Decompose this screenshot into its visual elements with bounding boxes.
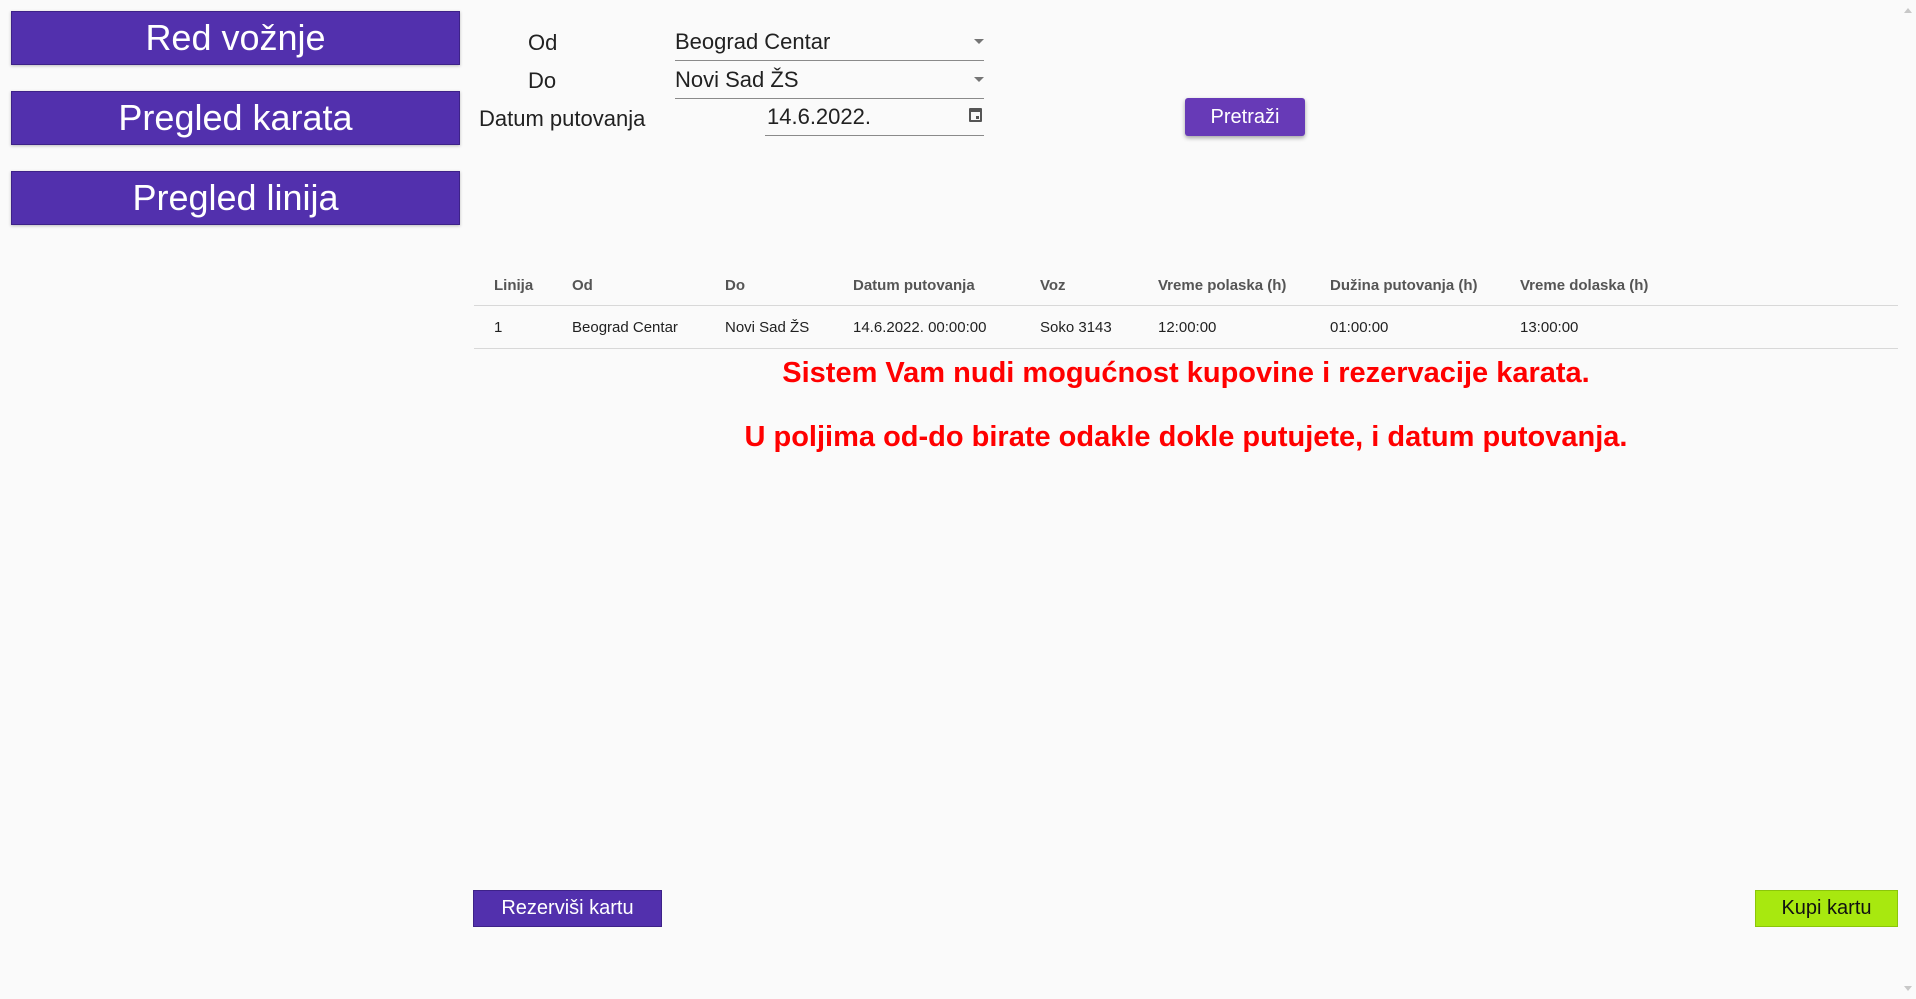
column-header: Vreme dolaska (h)	[1500, 265, 1898, 306]
table-cell: 14.6.2022. 00:00:00	[833, 305, 1020, 349]
column-header: Linija	[474, 265, 552, 306]
from-select[interactable]: Beograd Centar	[675, 25, 984, 61]
date-input-value: 14.6.2022.	[767, 104, 871, 129]
table-cell: 12:00:00	[1138, 305, 1310, 349]
table-cell: 13:00:00	[1500, 305, 1898, 349]
table-cell: Soko 3143	[1020, 305, 1138, 349]
column-header: Dužina putovanja (h)	[1310, 265, 1500, 306]
column-header: Vreme polaska (h)	[1138, 265, 1310, 306]
to-select-value: Novi Sad ŽS	[675, 67, 799, 92]
scroll-up-icon[interactable]	[1904, 8, 1912, 13]
from-select-value: Beograd Centar	[675, 29, 831, 54]
dropdown-arrow-icon	[974, 77, 984, 82]
date-input[interactable]: 14.6.2022.	[765, 98, 984, 136]
column-header: Datum putovanja	[833, 265, 1020, 306]
reserve-ticket-button[interactable]: Rezerviši kartu	[473, 890, 662, 927]
info-text-line-1: Sistem Vam nudi mogućnost kupovine i rez…	[782, 357, 1590, 389]
calendar-icon[interactable]	[969, 108, 982, 122]
table-cell: 01:00:00	[1310, 305, 1500, 349]
dropdown-arrow-icon	[974, 39, 984, 44]
column-header: Do	[705, 265, 833, 306]
nav-pregled-linija-button[interactable]: Pregled linija	[11, 171, 460, 225]
table-row[interactable]: 1 Beograd Centar Novi Sad ŽS 14.6.2022. …	[474, 305, 1898, 349]
nav-pregled-karata-button[interactable]: Pregled karata	[11, 91, 460, 145]
lines-table: Linija Od Do Datum putovanja Voz Vreme p…	[474, 265, 1898, 349]
info-text-line-2: U poljima od-do birate odakle dokle putu…	[744, 421, 1628, 453]
table-header-row: Linija Od Do Datum putovanja Voz Vreme p…	[474, 265, 1898, 306]
to-label: Do	[528, 68, 557, 93]
column-header: Od	[552, 265, 705, 306]
search-button[interactable]: Pretraži	[1185, 98, 1305, 136]
from-label: Od	[528, 30, 558, 55]
date-label: Datum putovanja	[479, 106, 646, 131]
buy-ticket-button[interactable]: Kupi kartu	[1755, 890, 1898, 927]
table-cell: Beograd Centar	[552, 305, 705, 349]
table-cell: Novi Sad ŽS	[705, 305, 833, 349]
column-header: Voz	[1020, 265, 1138, 306]
table-cell: 1	[474, 305, 552, 349]
scroll-down-icon[interactable]	[1904, 986, 1912, 991]
nav-red-voznje-button[interactable]: Red vožnje	[11, 11, 460, 65]
to-select[interactable]: Novi Sad ŽS	[675, 63, 984, 99]
